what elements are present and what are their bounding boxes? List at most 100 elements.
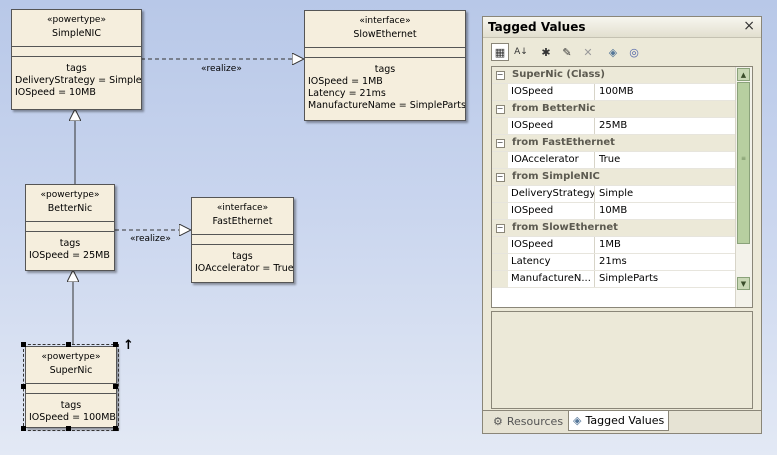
new-tag-icon[interactable]: ✱ [537, 43, 555, 61]
tag-name: IOSpeed [508, 84, 595, 100]
tag-value: IOAccelerator = True [195, 263, 294, 274]
table-row[interactable]: IOAccelerator True [492, 152, 737, 169]
class-name: BetterNic [47, 203, 93, 214]
table-row[interactable]: IOSpeed 10MB [492, 203, 737, 220]
group-title: from SimpleNIC [512, 171, 600, 182]
tags-heading: tags [232, 251, 253, 262]
class-simplenic[interactable]: «powertype» SimpleNIC tags DeliveryStrat… [11, 9, 142, 110]
group-header[interactable]: − from SlowEthernet [492, 220, 737, 237]
resize-handle[interactable] [21, 342, 26, 347]
panel-titlebar[interactable]: Tagged Values × [483, 17, 761, 38]
alphabetic-icon[interactable]: A↓ [512, 43, 530, 61]
resize-handle[interactable] [66, 426, 71, 431]
tagged-values-icon: ◈ [573, 414, 582, 427]
delete-icon[interactable]: ✕ [579, 43, 597, 61]
tag-value: DeliveryStrategy = Simple [15, 75, 142, 86]
tab-label: Tagged Values [585, 414, 665, 427]
group-title: from BetterNic [512, 103, 596, 114]
notes-area[interactable] [491, 311, 753, 409]
stereotype: «powertype» [40, 190, 100, 200]
tag-name: IOAccelerator [508, 152, 595, 168]
tag-value-cell[interactable]: 10MB [595, 203, 737, 219]
resize-handle[interactable] [113, 342, 118, 347]
edit-notes-icon[interactable]: ✎ [558, 43, 576, 61]
class-name: FastEthernet [212, 216, 273, 227]
tab-label: Resources [506, 414, 564, 428]
tags-heading: tags [66, 63, 87, 74]
tag-value: IOSpeed = 1MB [308, 76, 383, 87]
table-row[interactable]: Latency 21ms [492, 254, 737, 271]
table-row[interactable]: IOSpeed 1MB [492, 237, 737, 254]
tab-tagged-values[interactable]: ◈ Tagged Values [568, 411, 670, 431]
resize-arrow-icon[interactable]: ↑ [123, 338, 134, 353]
tag-name: IOSpeed [508, 203, 595, 219]
tags-heading: tags [59, 238, 81, 249]
collapse-icon[interactable]: − [495, 70, 505, 80]
grip-icon: ≡ [741, 155, 747, 162]
tag-value-cell[interactable]: True [595, 152, 737, 168]
tag-name: IOSpeed [508, 118, 595, 134]
tag-value-cell[interactable]: 100MB [595, 84, 737, 100]
resize-handle[interactable] [21, 426, 26, 431]
tag-value-cell[interactable]: 21ms [595, 254, 737, 270]
group-title: from FastEthernet [512, 137, 615, 148]
tagged-values-grid[interactable]: − SuperNic (Class) IOSpeed 100MB − from … [491, 66, 753, 308]
tab-resources[interactable]: ⚙ Resources [489, 411, 567, 431]
table-row[interactable]: DeliveryStrategy Simple [492, 186, 737, 203]
resize-handle[interactable] [113, 426, 118, 431]
attributes-compartment [305, 47, 465, 57]
table-row[interactable]: ManufactureN... SimpleParts [492, 271, 737, 288]
class-name: SimpleNIC [52, 28, 101, 39]
table-row[interactable]: IOSpeed 100MB [492, 84, 737, 101]
realize-label: «realize» [201, 64, 242, 74]
scroll-up-icon[interactable]: ▲ [737, 68, 750, 81]
tag-value: ManufactureName = SimpleParts [308, 100, 466, 111]
tags-heading: tags [374, 64, 396, 75]
table-row[interactable]: IOSpeed 25MB [492, 118, 737, 135]
resize-handle[interactable] [113, 384, 118, 389]
tag-value: Latency = 21ms [308, 88, 386, 99]
attributes-compartment [12, 46, 141, 56]
vertical-scrollbar[interactable]: ▲ ≡ ▼ [735, 67, 752, 307]
tagged-values-panel: Tagged Values × ▦ A↓ ✱ ✎ ✕ ◈ ◎ − SuperNi… [482, 16, 762, 434]
panel-tabs: ⚙ Resources ◈ Tagged Values [483, 410, 761, 433]
realize-label: «realize» [130, 234, 171, 244]
resize-handle[interactable] [66, 342, 71, 347]
class-slowethernet[interactable]: «interface» SlowEthernet tags IOSpeed = … [304, 10, 466, 121]
attributes-compartment [26, 221, 114, 231]
scroll-down-icon[interactable]: ▼ [737, 277, 750, 290]
panel-title: Tagged Values [488, 20, 586, 34]
class-fastethernet[interactable]: «interface» FastEthernet tags IOAccelera… [191, 197, 294, 283]
categorized-icon[interactable]: ▦ [491, 43, 509, 61]
class-betternic[interactable]: «powertype» BetterNic tags IOSpeed = 25M… [25, 184, 115, 271]
stereotype: «powertype» [47, 15, 106, 25]
group-header[interactable]: − SuperNic (Class) [492, 67, 737, 84]
toolbar: ▦ A↓ ✱ ✎ ✕ ◈ ◎ [491, 42, 643, 62]
scroll-thumb[interactable]: ≡ [737, 82, 750, 244]
tag-name: DeliveryStrategy [508, 186, 595, 202]
close-icon[interactable]: × [743, 18, 755, 34]
class-name: SlowEthernet [353, 29, 417, 40]
stereotype: «interface» [216, 203, 269, 213]
tag-name: Latency [508, 254, 595, 270]
group-title: SuperNic (Class) [512, 69, 605, 80]
group-header[interactable]: − from SimpleNIC [492, 169, 737, 186]
grid-rows: − SuperNic (Class) IOSpeed 100MB − from … [492, 67, 737, 288]
tag-icon[interactable]: ◈ [604, 43, 622, 61]
diagram-canvas[interactable]: «powertype» SimpleNIC tags DeliveryStrat… [0, 0, 480, 455]
collapse-icon[interactable]: − [495, 223, 505, 233]
tag-value-cell[interactable]: Simple [595, 186, 737, 202]
selection-outline [23, 344, 119, 431]
help-icon[interactable]: ◎ [625, 43, 643, 61]
group-header[interactable]: − from BetterNic [492, 101, 737, 118]
collapse-icon[interactable]: − [495, 138, 505, 148]
group-header[interactable]: − from FastEthernet [492, 135, 737, 152]
tag-name: ManufactureN... [508, 271, 595, 287]
tag-value-cell[interactable]: 1MB [595, 237, 737, 253]
collapse-icon[interactable]: − [495, 104, 505, 114]
collapse-icon[interactable]: − [495, 172, 505, 182]
resize-handle[interactable] [21, 384, 26, 389]
tag-value-cell[interactable]: 25MB [595, 118, 737, 134]
tag-value-cell[interactable]: SimpleParts [595, 271, 737, 287]
stereotype: «interface» [359, 16, 411, 26]
